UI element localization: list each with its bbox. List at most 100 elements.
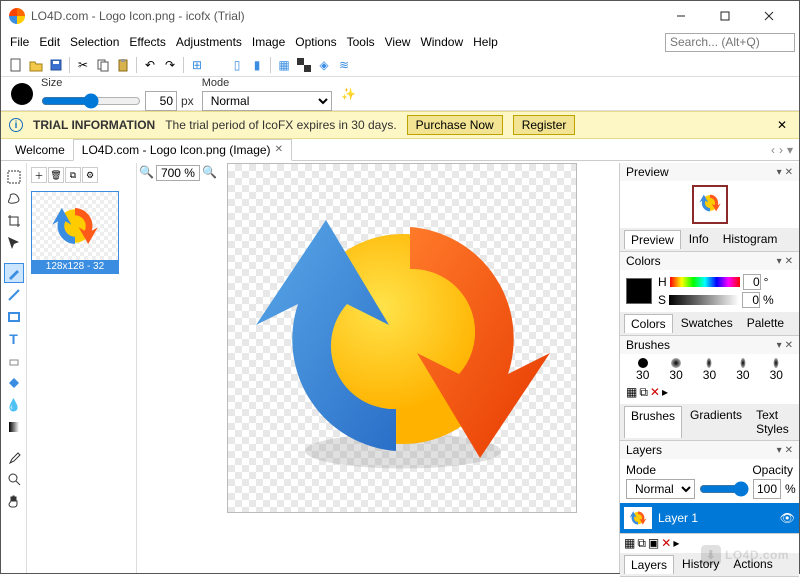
menu-edit[interactable]: Edit: [34, 33, 65, 51]
opacity-input[interactable]: [753, 479, 781, 499]
subtab-palette[interactable]: Palette: [741, 314, 790, 333]
tab-document[interactable]: LO4D.com - Logo Icon.png (Image)✕: [73, 139, 292, 161]
trial-close-icon[interactable]: ✕: [773, 118, 791, 132]
tab-welcome[interactable]: Welcome: [7, 140, 73, 160]
blur-tool[interactable]: 💧: [4, 395, 24, 415]
eyedropper-tool[interactable]: [4, 447, 24, 467]
brush-new-icon[interactable]: ▦: [626, 385, 637, 400]
sat-slider[interactable]: [669, 295, 739, 305]
layer-dup-icon[interactable]: ⧉: [637, 536, 646, 551]
props-size-icon[interactable]: ⚙: [82, 167, 98, 183]
tab-scroll-right-icon[interactable]: ›: [779, 143, 783, 157]
subtab-brushes[interactable]: Brushes: [624, 406, 682, 438]
layer-item[interactable]: Layer 1 👁: [620, 503, 799, 533]
stack-icon[interactable]: ≋: [335, 56, 353, 74]
open-icon[interactable]: [27, 56, 45, 74]
tab-scroll-left-icon[interactable]: ‹: [771, 143, 775, 157]
menu-view[interactable]: View: [380, 33, 416, 51]
menu-file[interactable]: File: [5, 33, 34, 51]
brush-menu-icon[interactable]: ▸: [662, 385, 668, 400]
new-icon[interactable]: [7, 56, 25, 74]
apple-icon[interactable]: [208, 56, 226, 74]
layer-menu-icon[interactable]: ▸: [673, 536, 679, 551]
zoom-out-icon[interactable]: 🔍: [139, 165, 154, 181]
text-tool[interactable]: T: [4, 329, 24, 349]
brush-tool[interactable]: [4, 263, 24, 283]
layers-icon[interactable]: ◈: [315, 56, 333, 74]
panel-menu-icon[interactable]: ▾: [777, 167, 782, 178]
subtab-info[interactable]: Info: [683, 230, 715, 249]
menu-image[interactable]: Image: [247, 33, 290, 51]
add-size-icon[interactable]: ＋: [31, 167, 47, 183]
subtab-preview[interactable]: Preview: [624, 230, 681, 249]
checker-icon[interactable]: [295, 56, 313, 74]
move-tool[interactable]: [4, 233, 24, 253]
hand-tool[interactable]: [4, 491, 24, 511]
subtab-histogram[interactable]: Histogram: [717, 230, 784, 249]
size-thumbnail[interactable]: 128x128 - 32: [31, 191, 119, 274]
menu-help[interactable]: Help: [468, 33, 503, 51]
subtab-actions[interactable]: Actions: [727, 555, 778, 574]
dup-size-icon[interactable]: ⧉: [65, 167, 81, 183]
redo-icon[interactable]: ↷: [161, 56, 179, 74]
menu-tools[interactable]: Tools: [342, 33, 380, 51]
subtab-textstyles[interactable]: Text Styles: [750, 406, 795, 438]
purchase-button[interactable]: Purchase Now: [407, 115, 503, 135]
lasso-tool[interactable]: [4, 189, 24, 209]
register-button[interactable]: Register: [513, 115, 576, 135]
zoom-tool[interactable]: [4, 469, 24, 489]
menu-options[interactable]: Options: [290, 33, 341, 51]
eraser-tool[interactable]: [4, 351, 24, 371]
line-tool[interactable]: [4, 285, 24, 305]
brush-dup-icon[interactable]: ⧉: [639, 385, 648, 400]
size-input[interactable]: [145, 91, 177, 111]
brush-preset[interactable]: 30: [703, 358, 716, 382]
brush-preset[interactable]: 30: [770, 358, 783, 382]
size-slider[interactable]: [41, 93, 141, 109]
eye-icon[interactable]: 👁: [780, 511, 795, 525]
layer-del-icon[interactable]: ✕: [661, 536, 671, 551]
canvas[interactable]: [227, 163, 577, 513]
zoom-value[interactable]: 700 %: [156, 165, 200, 181]
hue-slider[interactable]: [670, 277, 740, 287]
maximize-button[interactable]: [703, 2, 747, 30]
brush-preset[interactable]: 30: [636, 358, 649, 382]
brush-preset[interactable]: 30: [736, 358, 749, 382]
brush-preset[interactable]: 30: [669, 358, 682, 382]
gradient-tool[interactable]: [4, 417, 24, 437]
layer-grp-icon[interactable]: ▣: [648, 536, 659, 551]
menu-window[interactable]: Window: [415, 33, 468, 51]
fg-color-swatch[interactable]: [626, 278, 652, 304]
paste-icon[interactable]: [114, 56, 132, 74]
zoom-in-icon[interactable]: 🔍: [202, 165, 217, 181]
crop-tool[interactable]: [4, 211, 24, 231]
search-input[interactable]: [665, 33, 795, 52]
phone-icon[interactable]: ▮: [248, 56, 266, 74]
save-icon[interactable]: [47, 56, 65, 74]
panel-close-icon[interactable]: ✕: [785, 167, 793, 178]
minimize-button[interactable]: [659, 2, 703, 30]
copy-icon[interactable]: [94, 56, 112, 74]
menu-adjustments[interactable]: Adjustments: [171, 33, 247, 51]
fill-tool[interactable]: [4, 373, 24, 393]
layer-new-icon[interactable]: ▦: [624, 536, 635, 551]
brush-del-icon[interactable]: ✕: [650, 385, 660, 400]
opacity-slider[interactable]: [699, 481, 749, 497]
cut-icon[interactable]: ✂: [74, 56, 92, 74]
subtab-swatches[interactable]: Swatches: [675, 314, 739, 333]
wand-icon[interactable]: ✨: [340, 85, 358, 103]
subtab-colors[interactable]: Colors: [624, 314, 673, 333]
rect-tool[interactable]: [4, 307, 24, 327]
menu-effects[interactable]: Effects: [124, 33, 170, 51]
layer-mode-select[interactable]: Normal: [626, 479, 695, 499]
close-button[interactable]: [747, 2, 791, 30]
windows-icon[interactable]: ⊞: [188, 56, 206, 74]
tab-close-icon[interactable]: ✕: [275, 144, 283, 155]
subtab-layers[interactable]: Layers: [624, 555, 674, 574]
subtab-gradients[interactable]: Gradients: [684, 406, 748, 438]
delete-size-icon[interactable]: 🗑: [48, 167, 64, 183]
grid-icon[interactable]: ▦: [275, 56, 293, 74]
mode-select[interactable]: Normal: [202, 91, 332, 111]
tab-menu-icon[interactable]: ▾: [787, 143, 793, 157]
undo-icon[interactable]: ↶: [141, 56, 159, 74]
